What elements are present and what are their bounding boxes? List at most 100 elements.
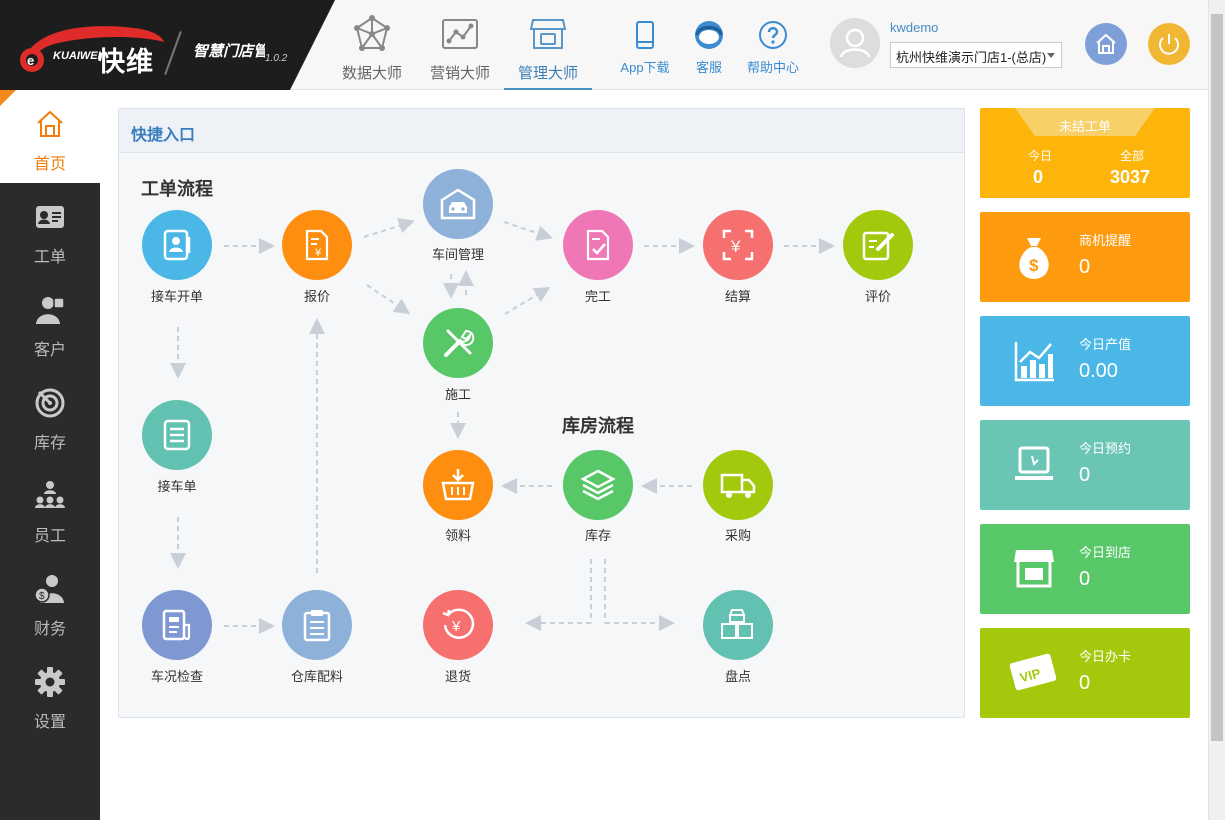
sidebar-item-label: 员工 <box>33 528 66 545</box>
complete-node[interactable] <box>563 210 633 280</box>
returns-label: 退货 <box>444 669 471 684</box>
avatar[interactable] <box>830 18 880 68</box>
growth-chart-icon <box>1014 342 1054 382</box>
brand-cn: 快维 <box>98 47 154 77</box>
edit-note-icon <box>862 231 894 261</box>
card-value: 0 <box>1079 568 1091 590</box>
sidebar-item-staff[interactable]: 员工 <box>0 462 100 555</box>
home-button[interactable] <box>1085 23 1127 65</box>
help-center-link[interactable]: 帮助中心 <box>742 0 804 90</box>
refund-icon: ¥ <box>442 608 475 639</box>
card-title: 今日预约 <box>1079 441 1132 456</box>
output-value-card[interactable]: 今日产值 0.00 <box>980 316 1190 406</box>
chevron-down-icon <box>1047 53 1055 58</box>
store-select[interactable]: 杭州快维演示门店1-(总店) <box>890 42 1062 68</box>
logout-button[interactable] <box>1148 23 1190 65</box>
svg-text:e: e <box>27 53 34 68</box>
shop-icon <box>1014 550 1054 588</box>
quote-doc-icon: ¥ <box>305 229 329 261</box>
opportunity-card[interactable]: $ 商机提醒 0 <box>980 212 1190 302</box>
card-title: 今日办卡 <box>1079 649 1132 664</box>
today-label: 今日 <box>1028 149 1053 163</box>
boxes-icon <box>721 609 753 639</box>
stock-node[interactable] <box>563 450 633 520</box>
svg-text:¥: ¥ <box>314 247 322 259</box>
system-title: 智慧门店管理系统 <box>193 43 265 60</box>
sidebar-item-finance[interactable]: $ 财务 <box>0 555 100 648</box>
open-orders-card[interactable]: 未结工单 今日 0 全部 3037 <box>980 108 1190 198</box>
workflow-title: 工单流程 <box>141 179 213 199</box>
receipt-node[interactable] <box>142 400 212 470</box>
returns-node[interactable]: ¥ <box>423 590 493 660</box>
nav-management-master[interactable]: 管理大师 <box>504 0 592 90</box>
review-node[interactable] <box>843 210 913 280</box>
card-value: 0 <box>1079 672 1091 694</box>
quote-node[interactable]: ¥ <box>282 210 352 280</box>
membership-card[interactable]: VIP 今日办卡 0 <box>980 628 1190 718</box>
purchase-node[interactable] <box>703 450 773 520</box>
sidebar-item-label: 设置 <box>33 714 66 731</box>
sidebar-item-inventory[interactable]: 库存 <box>0 369 100 462</box>
appointment-card[interactable]: 今日预约 0 <box>980 420 1190 510</box>
yen-scan-icon: ¥ <box>722 229 754 261</box>
sidebar-item-settings[interactable]: 设置 <box>0 648 100 741</box>
workshop-node[interactable] <box>423 169 493 239</box>
svg-text:$: $ <box>39 591 45 602</box>
nav-label: 数据大师 <box>341 65 402 82</box>
stock-label: 库存 <box>584 528 611 543</box>
inspection-node[interactable] <box>142 590 212 660</box>
sidebar-item-work-order[interactable]: 工单 <box>0 183 100 276</box>
inventory-icon <box>35 388 65 418</box>
card-value: 0 <box>1079 464 1091 486</box>
nav-label: 管理大师 <box>517 65 578 82</box>
user-icon <box>839 28 871 58</box>
nav-label: 营销大师 <box>429 65 490 82</box>
count-node[interactable] <box>703 590 773 660</box>
pickup-label: 接车开单 <box>150 289 203 304</box>
top-bar: e KUAIWEI 快维 智慧门店管理系统 1.0.2 数据大师 营销大师 管理… <box>0 0 1208 90</box>
document-icon <box>163 419 191 451</box>
sidebar-item-label: 工单 <box>33 249 66 266</box>
quick-entry-panel: 快捷入口 工单流程 库房流程 接车开单 ¥ 报价 车间管理 施工 完工 ¥ 结算… <box>118 108 965 718</box>
settle-node[interactable]: ¥ <box>703 210 773 280</box>
material-prep-node[interactable] <box>282 590 352 660</box>
marketing-chart-icon <box>442 19 478 49</box>
nav-data-master[interactable]: 数据大师 <box>336 0 408 90</box>
pickup-node[interactable] <box>142 210 212 280</box>
scrollbar-thumb[interactable] <box>1211 14 1223 741</box>
arrival-card[interactable]: 今日到店 0 <box>980 524 1190 614</box>
home-icon <box>1096 33 1116 54</box>
store-icon <box>529 19 567 49</box>
power-icon <box>1159 34 1179 55</box>
sidebar-item-label: 客户 <box>33 342 66 359</box>
clipboard-icon <box>303 610 331 642</box>
sidebar-item-customer[interactable]: 客户 <box>0 276 100 369</box>
app-download-link[interactable]: App下载 <box>614 0 676 90</box>
brand-en: KUAIWEI <box>53 50 101 62</box>
customer-service-link[interactable]: 客服 <box>688 0 730 90</box>
card-title: 今日到店 <box>1079 545 1132 560</box>
card-value: 0 <box>1079 256 1091 278</box>
vertical-scrollbar[interactable] <box>1208 0 1225 820</box>
all-value: 3037 <box>1110 167 1151 187</box>
laptop-icon <box>1015 446 1053 480</box>
layers-icon <box>580 469 616 501</box>
material-pick-node[interactable] <box>423 450 493 520</box>
complete-label: 完工 <box>584 289 611 304</box>
work-order-icon <box>36 206 64 228</box>
sidebar-item-label: 库存 <box>33 435 66 452</box>
phone-icon <box>636 21 654 49</box>
contact-book-icon <box>163 229 191 261</box>
nav-marketing-master[interactable]: 营销大师 <box>424 0 496 90</box>
version-label: 1.0.2 <box>265 53 288 64</box>
settle-label: 结算 <box>724 289 751 304</box>
sidebar: 首页 工单 客户 库存 员工 $ 财务 设置 <box>0 90 100 820</box>
today-value: 0 <box>1033 167 1044 187</box>
inspection-label: 车况检查 <box>150 669 203 684</box>
active-corner-marker <box>0 90 16 106</box>
customer-icon <box>36 297 65 324</box>
gear-icon <box>35 667 65 697</box>
question-icon <box>759 21 787 49</box>
construction-node[interactable] <box>423 308 493 378</box>
tool-label: 帮助中心 <box>746 60 799 75</box>
